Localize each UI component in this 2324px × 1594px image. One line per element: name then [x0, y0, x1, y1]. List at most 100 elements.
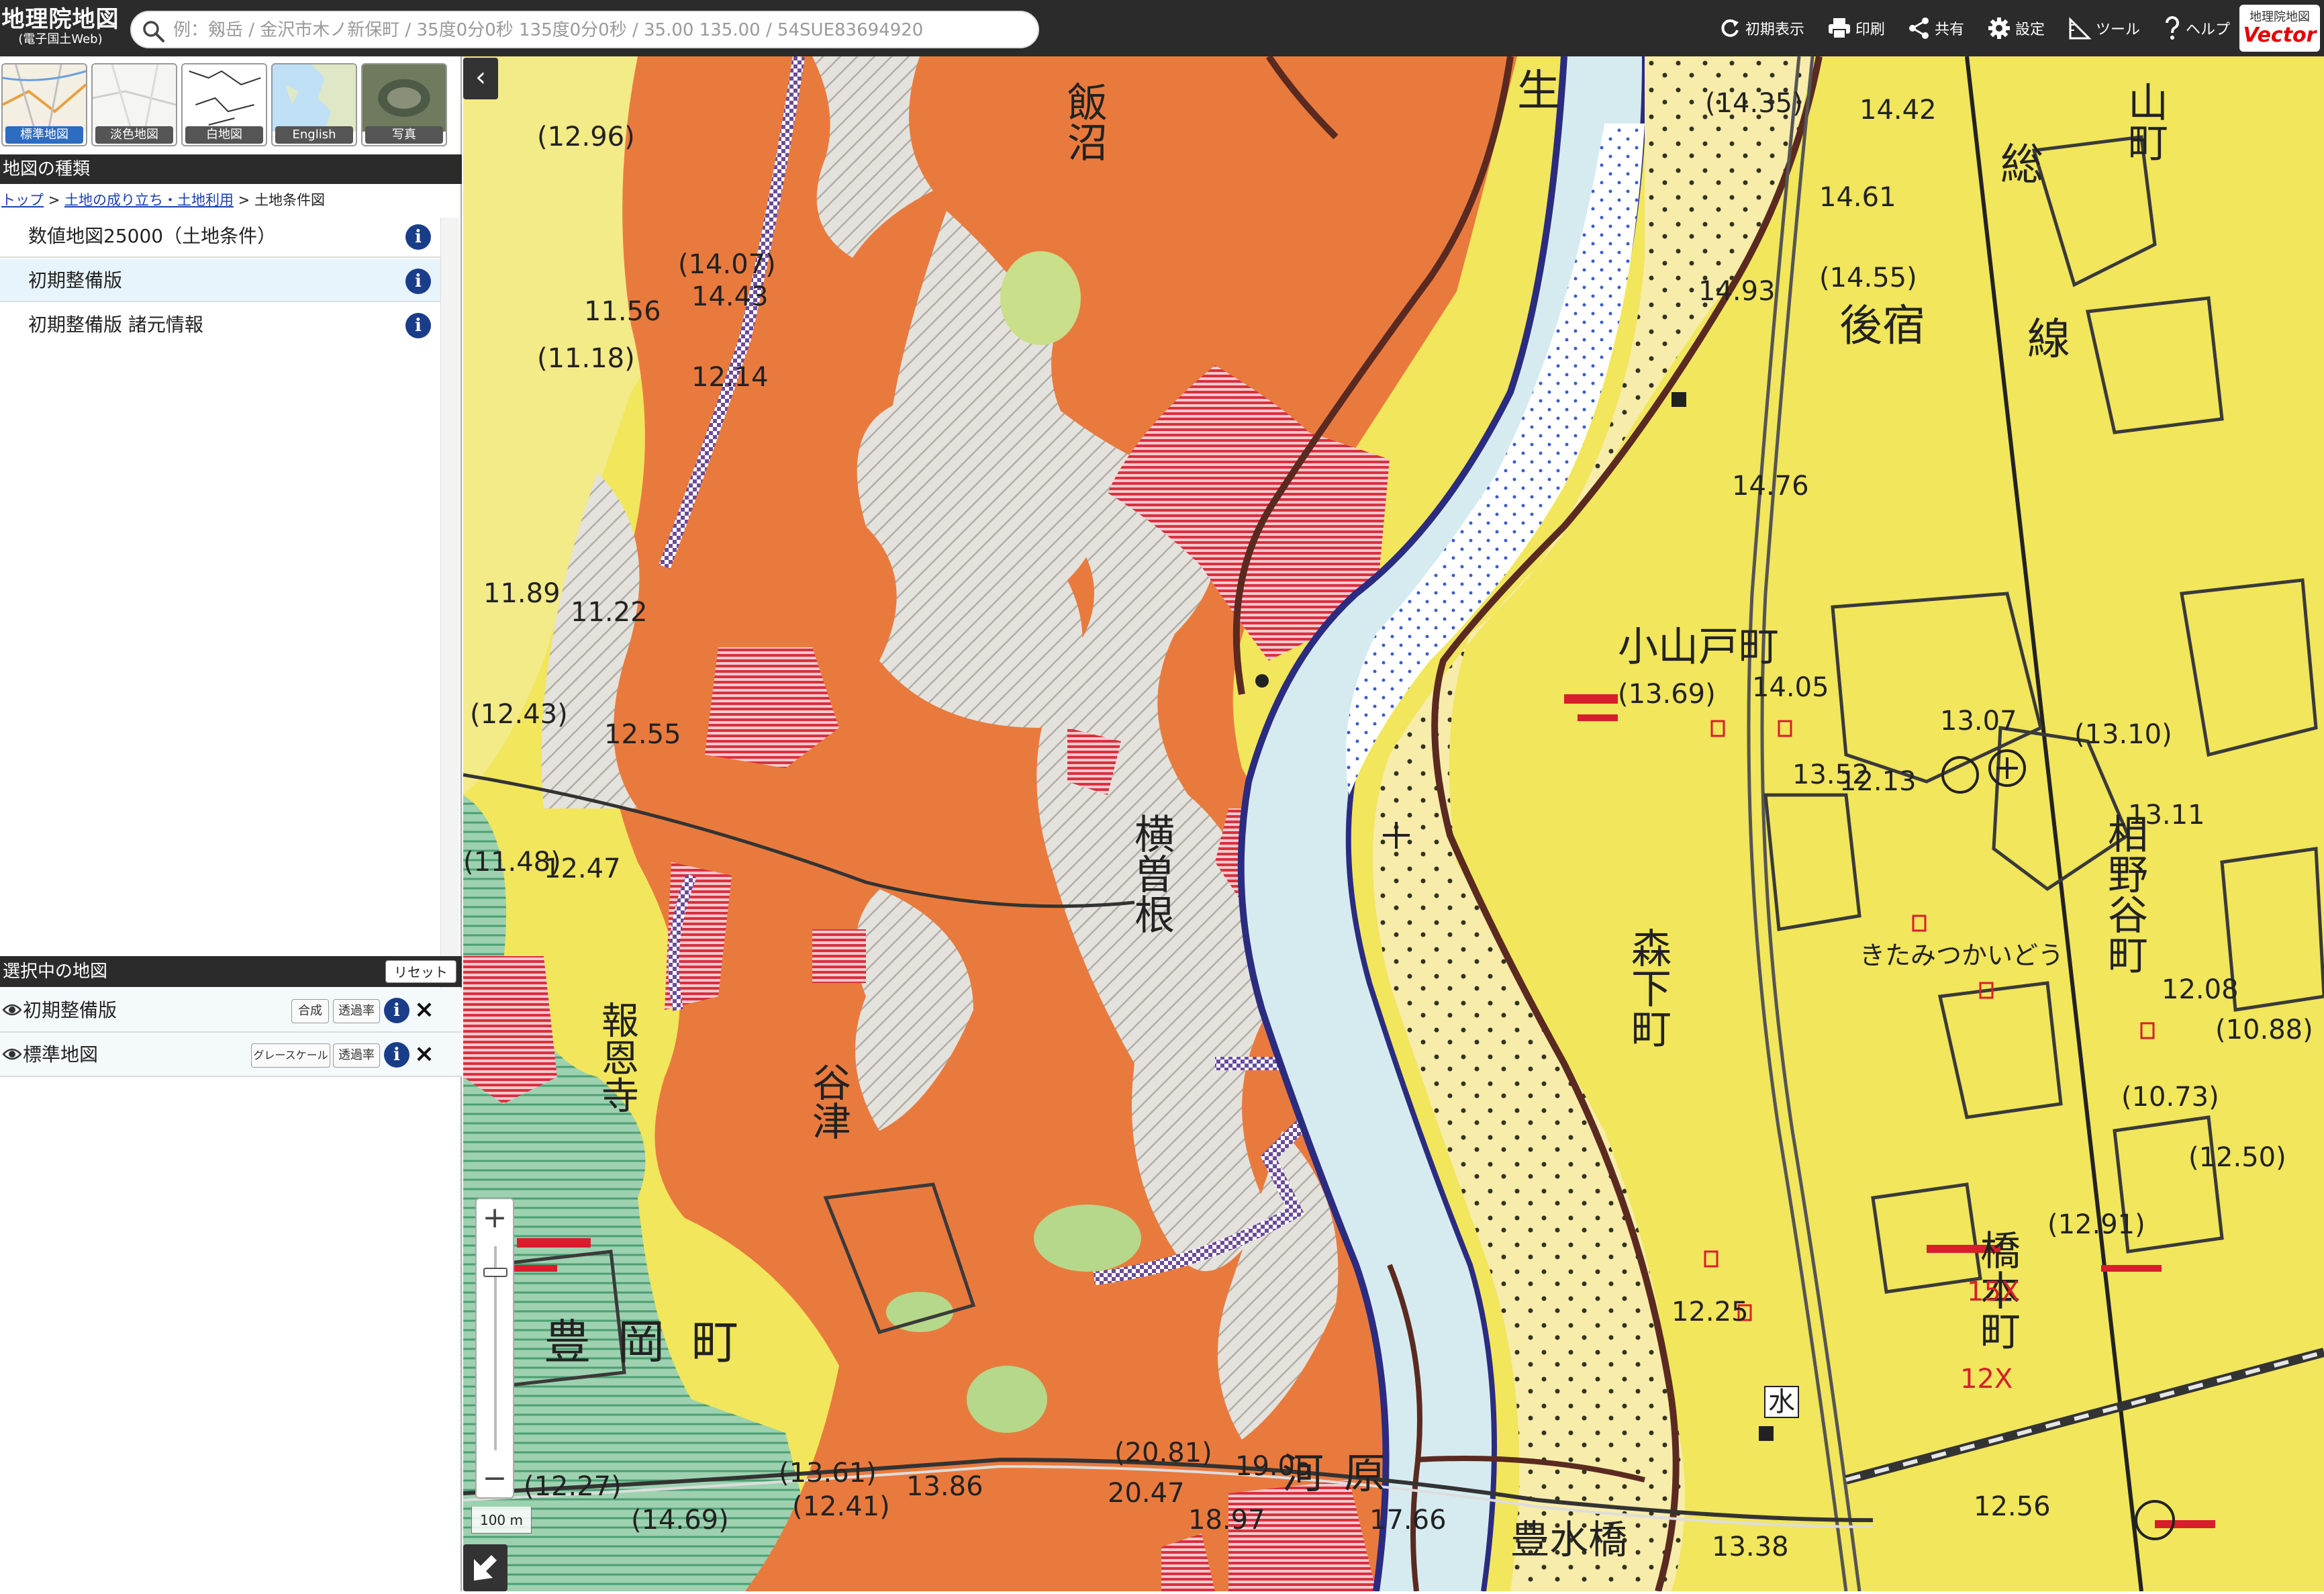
photo-thumbnail	[362, 64, 446, 132]
info-icon[interactable]: i	[405, 269, 431, 294]
zoom-out-button[interactable]: −	[477, 1460, 513, 1497]
print-label: 印刷	[1855, 21, 1885, 38]
help-label: ヘルプ	[2185, 21, 2230, 38]
map-type-item-initial[interactable]: 初期整備版 i	[0, 259, 440, 302]
map-type-item-initial-specs[interactable]: 初期整備版 諸元情報 i	[0, 303, 440, 346]
ruler-icon	[2069, 17, 2092, 40]
place-label-yama-machi: 山町	[2128, 80, 2168, 167]
basemap-english[interactable]: English	[271, 63, 357, 146]
elevation-label: 18.97	[1188, 1505, 1265, 1536]
elevation-label: (11.18)	[537, 343, 635, 374]
info-icon[interactable]: i	[384, 1042, 409, 1068]
share-button[interactable]: 共有	[1908, 17, 1964, 40]
collapse-sidebar-button[interactable]: ‹	[463, 58, 498, 99]
eye-icon[interactable]	[3, 1046, 21, 1062]
elevation-label: (13.61)	[779, 1458, 877, 1489]
elevation-label: (13.69)	[1618, 679, 1716, 710]
app-logo[interactable]: 地理院地図 (電子国土Web)	[0, 7, 121, 51]
place-label-yokosone: 横曽根	[1134, 812, 1175, 939]
settings-label: 設定	[2015, 21, 2045, 38]
place-label-toyooka: 豊岡町	[544, 1315, 765, 1370]
top-bar: 地理院地図 (電子国土Web) 初期表示 印刷 共有 設定 ツール	[0, 0, 2324, 56]
grayscale-button[interactable]: グレースケール	[251, 1043, 330, 1068]
basemap-pale[interactable]: 淡色地図	[91, 63, 177, 146]
opacity-button[interactable]: 透過率	[333, 999, 380, 1023]
elevation-label: 14.61	[1819, 182, 1896, 213]
help-button[interactable]: ヘルプ	[2163, 15, 2230, 41]
elevation-label: 11.89	[483, 578, 561, 609]
basemap-blank-label: 白地図	[185, 126, 263, 144]
print-button[interactable]: 印刷	[1827, 17, 1885, 40]
place-label-koyamado: 小山戸町	[1618, 624, 1779, 671]
info-icon[interactable]: i	[384, 998, 409, 1023]
elevation-label: 15X	[1967, 1276, 2020, 1307]
initial-view-button[interactable]: 初期表示	[1718, 17, 1804, 40]
zoom-slider-handle[interactable]	[483, 1268, 507, 1277]
elevation-label: 12.25	[1672, 1297, 1749, 1327]
elevation-label: 12.14	[691, 362, 769, 393]
share-label: 共有	[1934, 21, 1964, 38]
search-input[interactable]	[172, 15, 1024, 46]
vector-badge-bottom: Vector	[2243, 24, 2317, 47]
elevation-label: (12.96)	[537, 122, 635, 152]
elevation-label: 12.56	[1974, 1491, 2051, 1522]
app-subtitle: (電子国土Web)	[18, 32, 103, 46]
tools-button[interactable]: ツール	[2068, 17, 2140, 40]
basemap-standard[interactable]: 標準地図	[1, 63, 87, 146]
zoom-control: + −	[475, 1198, 514, 1499]
elevation-label: (10.73)	[2121, 1082, 2219, 1113]
tools-label: ツール	[2095, 21, 2140, 38]
map-type-label: 初期整備版 諸元情報	[28, 314, 203, 336]
vector-badge-top: 地理院地図	[2249, 10, 2310, 24]
initial-view-label: 初期表示	[1745, 21, 1804, 38]
elevation-label: (14.35)	[1705, 88, 1803, 119]
info-icon[interactable]: i	[405, 224, 431, 250]
breadcrumb-landform-link[interactable]: 土地の成り立ち・土地利用	[64, 192, 234, 208]
settings-button[interactable]: 設定	[1987, 16, 2045, 40]
layer-row-initial: 初期整備版 合成 透過率 i ×	[0, 988, 462, 1033]
basemap-english-label: English	[275, 126, 353, 144]
basemap-blank[interactable]: 白地図	[181, 63, 267, 146]
breadcrumb-top-link[interactable]: トップ	[1, 192, 44, 208]
composite-button[interactable]: 合成	[291, 999, 329, 1023]
elevation-label: 13.38	[1712, 1532, 1789, 1562]
info-icon[interactable]: i	[405, 313, 431, 338]
station-label: きたみつかいどう	[1859, 941, 2064, 970]
elevation-label: (13.10)	[2074, 719, 2172, 750]
place-label-toyomizu: 豊水橋	[1510, 1517, 1628, 1562]
map-canvas[interactable]: 飯沼 生 総 山町 後宿 線 小山戸町 相野谷町 横曽根 報恩寺 谷津 森下町 …	[463, 56, 2324, 1591]
place-label-aino: 相野谷町	[2108, 812, 2148, 980]
close-icon[interactable]: ×	[411, 995, 438, 1025]
vector-badge[interactable]: 地理院地図 Vector	[2239, 5, 2320, 52]
elevation-label: (12.27)	[524, 1471, 622, 1502]
reset-button[interactable]: リセット	[385, 960, 456, 983]
map-type-item-numeric-25000[interactable]: 数値地図25000（土地条件） i	[0, 215, 440, 258]
elevation-label: 12.47	[544, 853, 621, 884]
opacity-button[interactable]: 透過率	[333, 1043, 380, 1068]
elevation-label: 14.93	[1698, 276, 1776, 307]
place-label-morishita: 森下町	[1631, 926, 1672, 1053]
map-type-label: 初期整備版	[28, 269, 123, 291]
close-icon[interactable]: ×	[411, 1039, 438, 1069]
elevation-label: (14.55)	[1819, 263, 1917, 293]
elevation-label: (12.43)	[470, 699, 568, 730]
elevation-label: 13.07	[1940, 706, 2017, 737]
toolbar: 初期表示 印刷 共有 設定 ツール ヘルプ 地理院地図 Vector	[1718, 0, 2324, 56]
search-box	[130, 11, 1039, 48]
sidebar: 標準地図 淡色地図 白地図 English 写真 地図の種類 トップ > 土地の…	[0, 56, 462, 1591]
share-icon	[1908, 17, 1929, 39]
basemap-photo-label: 写真	[365, 126, 443, 144]
search-icon[interactable]	[141, 19, 165, 43]
eye-icon[interactable]	[3, 1002, 21, 1018]
zoom-in-button[interactable]: +	[477, 1199, 513, 1237]
basemap-photo[interactable]: 写真	[361, 63, 447, 146]
elevation-label: 12.13	[1839, 766, 1917, 797]
place-label-sen: 線	[2027, 315, 2070, 365]
breadcrumb-separator: >	[238, 192, 250, 208]
place-label-goshuku: 後宿	[1839, 301, 1925, 351]
sidebar-scrollbar[interactable]	[440, 218, 459, 1010]
selected-maps-heading: 選択中の地図 リセット	[0, 956, 462, 987]
expand-button[interactable]	[463, 1544, 507, 1591]
elevation-label: (12.91)	[2047, 1209, 2145, 1240]
elevation-label: 11.22	[571, 597, 648, 628]
